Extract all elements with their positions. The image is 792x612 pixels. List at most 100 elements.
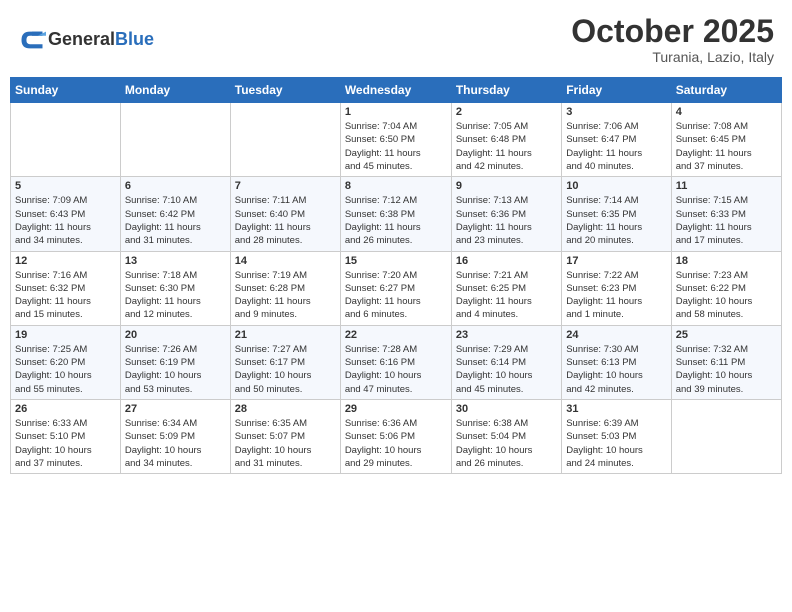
calendar-cell: 17 Sunrise: 7:22 AM Sunset: 6:23 PM Dayli…	[562, 251, 671, 325]
day-info: Sunrise: 7:28 AM Sunset: 6:16 PM Dayligh…	[345, 343, 447, 396]
day-info: Sunrise: 7:23 AM Sunset: 6:22 PM Dayligh…	[676, 269, 777, 322]
day-info: Sunrise: 7:15 AM Sunset: 6:33 PM Dayligh…	[676, 194, 777, 247]
calendar-cell	[671, 399, 781, 473]
day-info: Sunrise: 7:30 AM Sunset: 6:13 PM Dayligh…	[566, 343, 666, 396]
day-number: 28	[235, 403, 336, 415]
day-number: 15	[345, 255, 447, 267]
calendar-row-4: 26 Sunrise: 6:33 AM Sunset: 5:10 PM Dayli…	[11, 399, 782, 473]
day-number: 5	[15, 180, 116, 192]
calendar-cell: 30 Sunrise: 6:38 AM Sunset: 5:04 PM Dayli…	[451, 399, 561, 473]
calendar-cell	[11, 103, 121, 177]
day-number: 29	[345, 403, 447, 415]
calendar-cell: 10Sunrise: 7:14 AM Sunset: 6:35 PM Dayli…	[562, 177, 671, 251]
calendar-cell: 9 Sunrise: 7:13 AM Sunset: 6:36 PM Daylig…	[451, 177, 561, 251]
day-number: 8	[345, 180, 447, 192]
calendar-cell: 4 Sunrise: 7:08 AM Sunset: 6:45 PM Daylig…	[671, 103, 781, 177]
day-number: 9	[456, 180, 557, 192]
day-info: Sunrise: 7:06 AM Sunset: 6:47 PM Dayligh…	[566, 120, 666, 173]
day-info: Sunrise: 7:27 AM Sunset: 6:17 PM Dayligh…	[235, 343, 336, 396]
day-info: Sunrise: 7:26 AM Sunset: 6:19 PM Dayligh…	[125, 343, 226, 396]
location: Turania, Lazio, Italy	[571, 49, 774, 65]
calendar-row-2: 12Sunrise: 7:16 AM Sunset: 6:32 PM Dayli…	[11, 251, 782, 325]
calendar-cell: 31 Sunrise: 6:39 AM Sunset: 5:03 PM Dayli…	[562, 399, 671, 473]
day-number: 3	[566, 106, 666, 118]
logo: GeneralBlue	[18, 26, 154, 54]
day-info: Sunrise: 7:21 AM Sunset: 6:25 PM Dayligh…	[456, 269, 557, 322]
calendar-cell: 15 Sunrise: 7:20 AM Sunset: 6:27 PM Dayli…	[340, 251, 451, 325]
calendar-cell: 22Sunrise: 7:28 AM Sunset: 6:16 PM Dayli…	[340, 325, 451, 399]
logo-text: GeneralBlue	[48, 30, 154, 50]
day-info: Sunrise: 7:09 AM Sunset: 6:43 PM Dayligh…	[15, 194, 116, 247]
day-info: Sunrise: 7:22 AM Sunset: 6:23 PM Dayligh…	[566, 269, 666, 322]
day-info: Sunrise: 7:19 AM Sunset: 6:28 PM Dayligh…	[235, 269, 336, 322]
day-number: 25	[676, 329, 777, 341]
day-info: Sunrise: 7:12 AM Sunset: 6:38 PM Dayligh…	[345, 194, 447, 247]
day-number: 26	[15, 403, 116, 415]
header: GeneralBlue October 2025 Turania, Lazio,…	[10, 10, 782, 69]
day-number: 12	[15, 255, 116, 267]
day-number: 16	[456, 255, 557, 267]
weekday-header-wednesday: Wednesday	[340, 78, 451, 103]
day-number: 7	[235, 180, 336, 192]
day-number: 2	[456, 106, 557, 118]
day-info: Sunrise: 6:36 AM Sunset: 5:06 PM Dayligh…	[345, 417, 447, 470]
day-number: 10	[566, 180, 666, 192]
day-number: 17	[566, 255, 666, 267]
title-section: October 2025 Turania, Lazio, Italy	[571, 14, 774, 65]
day-number: 27	[125, 403, 226, 415]
calendar-cell: 1Sunrise: 7:04 AM Sunset: 6:50 PM Daylig…	[340, 103, 451, 177]
calendar-cell: 5 Sunrise: 7:09 AM Sunset: 6:43 PM Daylig…	[11, 177, 121, 251]
day-info: Sunrise: 7:25 AM Sunset: 6:20 PM Dayligh…	[15, 343, 116, 396]
calendar-cell: 20 Sunrise: 7:26 AM Sunset: 6:19 PM Dayli…	[120, 325, 230, 399]
calendar-cell: 26 Sunrise: 6:33 AM Sunset: 5:10 PM Dayli…	[11, 399, 121, 473]
calendar-cell: 12Sunrise: 7:16 AM Sunset: 6:32 PM Dayli…	[11, 251, 121, 325]
day-info: Sunrise: 7:05 AM Sunset: 6:48 PM Dayligh…	[456, 120, 557, 173]
calendar-table: SundayMondayTuesdayWednesdayThursdayFrid…	[10, 77, 782, 474]
day-info: Sunrise: 7:13 AM Sunset: 6:36 PM Dayligh…	[456, 194, 557, 247]
day-number: 23	[456, 329, 557, 341]
day-info: Sunrise: 7:08 AM Sunset: 6:45 PM Dayligh…	[676, 120, 777, 173]
weekday-header-row: SundayMondayTuesdayWednesdayThursdayFrid…	[11, 78, 782, 103]
calendar-cell: 29 Sunrise: 6:36 AM Sunset: 5:06 PM Dayli…	[340, 399, 451, 473]
day-info: Sunrise: 7:32 AM Sunset: 6:11 PM Dayligh…	[676, 343, 777, 396]
day-number: 6	[125, 180, 226, 192]
calendar-cell: 3 Sunrise: 7:06 AM Sunset: 6:47 PM Daylig…	[562, 103, 671, 177]
day-info: Sunrise: 7:20 AM Sunset: 6:27 PM Dayligh…	[345, 269, 447, 322]
calendar-cell	[230, 103, 340, 177]
calendar-cell: 14Sunrise: 7:19 AM Sunset: 6:28 PM Dayli…	[230, 251, 340, 325]
day-info: Sunrise: 6:35 AM Sunset: 5:07 PM Dayligh…	[235, 417, 336, 470]
day-info: Sunrise: 7:04 AM Sunset: 6:50 PM Dayligh…	[345, 120, 447, 173]
logo-icon	[18, 26, 46, 54]
day-info: Sunrise: 7:18 AM Sunset: 6:30 PM Dayligh…	[125, 269, 226, 322]
calendar-cell: 13 Sunrise: 7:18 AM Sunset: 6:30 PM Dayli…	[120, 251, 230, 325]
day-number: 11	[676, 180, 777, 192]
day-number: 4	[676, 106, 777, 118]
day-number: 31	[566, 403, 666, 415]
calendar-cell: 2 Sunrise: 7:05 AM Sunset: 6:48 PM Daylig…	[451, 103, 561, 177]
calendar-cell: 11 Sunrise: 7:15 AM Sunset: 6:33 PM Dayli…	[671, 177, 781, 251]
month-title: October 2025	[571, 14, 774, 49]
page: GeneralBlue October 2025 Turania, Lazio,…	[0, 0, 792, 612]
calendar-row-0: 1Sunrise: 7:04 AM Sunset: 6:50 PM Daylig…	[11, 103, 782, 177]
calendar-cell: 21 Sunrise: 7:27 AM Sunset: 6:17 PM Dayli…	[230, 325, 340, 399]
calendar-cell: 18 Sunrise: 7:23 AM Sunset: 6:22 PM Dayli…	[671, 251, 781, 325]
day-number: 21	[235, 329, 336, 341]
calendar-cell: 16 Sunrise: 7:21 AM Sunset: 6:25 PM Dayli…	[451, 251, 561, 325]
day-number: 24	[566, 329, 666, 341]
day-info: Sunrise: 7:29 AM Sunset: 6:14 PM Dayligh…	[456, 343, 557, 396]
day-number: 19	[15, 329, 116, 341]
weekday-header-tuesday: Tuesday	[230, 78, 340, 103]
day-info: Sunrise: 6:33 AM Sunset: 5:10 PM Dayligh…	[15, 417, 116, 470]
day-number: 13	[125, 255, 226, 267]
calendar-cell: 19 Sunrise: 7:25 AM Sunset: 6:20 PM Dayli…	[11, 325, 121, 399]
day-number: 30	[456, 403, 557, 415]
day-number: 20	[125, 329, 226, 341]
calendar-cell	[120, 103, 230, 177]
calendar-cell: 7Sunrise: 7:11 AM Sunset: 6:40 PM Daylig…	[230, 177, 340, 251]
day-number: 18	[676, 255, 777, 267]
calendar-cell: 23 Sunrise: 7:29 AM Sunset: 6:14 PM Dayli…	[451, 325, 561, 399]
calendar-row-1: 5 Sunrise: 7:09 AM Sunset: 6:43 PM Daylig…	[11, 177, 782, 251]
calendar-cell: 8 Sunrise: 7:12 AM Sunset: 6:38 PM Daylig…	[340, 177, 451, 251]
day-info: Sunrise: 6:38 AM Sunset: 5:04 PM Dayligh…	[456, 417, 557, 470]
day-info: Sunrise: 6:39 AM Sunset: 5:03 PM Dayligh…	[566, 417, 666, 470]
